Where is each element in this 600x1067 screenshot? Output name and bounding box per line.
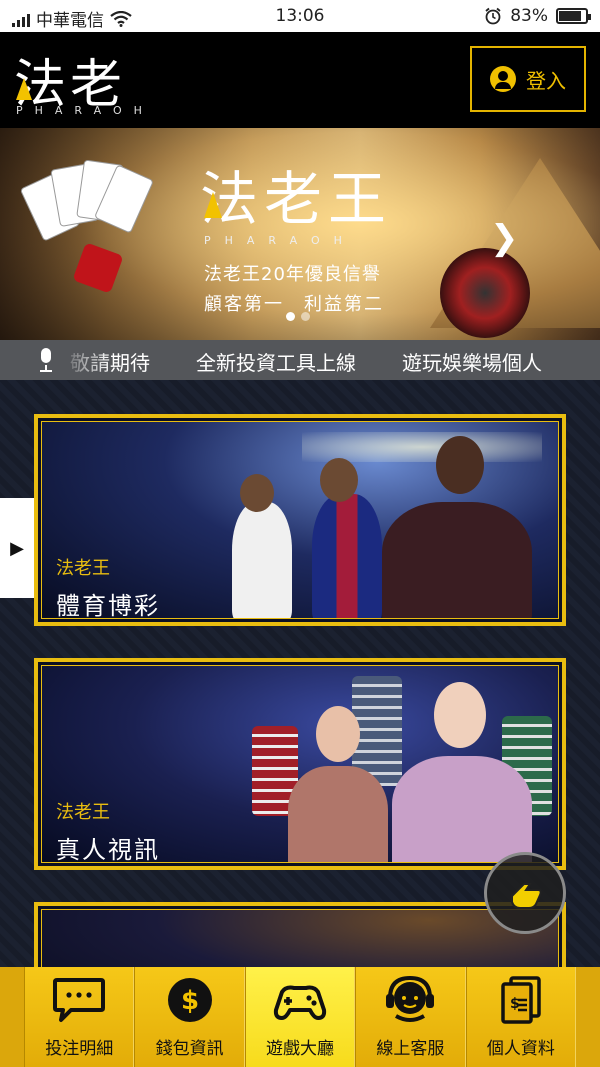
nav-label: 遊戲大廳 bbox=[266, 1039, 335, 1059]
nav-wallet[interactable]: $ 錢包資訊 bbox=[134, 967, 245, 1067]
microphone-icon bbox=[34, 348, 58, 374]
player-graphic bbox=[382, 502, 532, 618]
user-icon bbox=[490, 66, 516, 92]
player-graphic bbox=[312, 494, 382, 618]
bottom-navigation: 投注明細 $ 錢包資訊 遊戲大廳 線上客服 $ 個人資料 bbox=[0, 967, 600, 1067]
nav-label: 個人資料 bbox=[486, 1039, 555, 1059]
gamepad-icon bbox=[273, 985, 327, 1020]
status-bar: 中華電信 13:06 83% bbox=[0, 0, 600, 32]
carousel-dot[interactable] bbox=[301, 312, 310, 321]
pointing-hand-icon bbox=[511, 883, 542, 909]
banner-logo-subtext: PHARAOH bbox=[204, 234, 356, 247]
banner-tagline-1: 法老王20年優良信譽 bbox=[204, 264, 381, 285]
logo-subtext: PHARAOH bbox=[16, 104, 154, 117]
ticker-item: 遊玩娛樂場個人 bbox=[402, 351, 542, 375]
dealer-graphic bbox=[288, 766, 388, 862]
nav-profile[interactable]: $ 個人資料 bbox=[465, 967, 577, 1067]
document-icon: $ bbox=[501, 976, 541, 1024]
roulette-graphic bbox=[440, 248, 530, 338]
login-label: 登入 bbox=[526, 68, 566, 93]
banner-logo-text: 法老王 bbox=[200, 165, 393, 233]
dealer-graphic bbox=[392, 756, 532, 862]
chat-bubble-icon bbox=[53, 978, 106, 1022]
floating-pointer-button[interactable] bbox=[484, 852, 566, 934]
announcement-ticker[interactable]: 敬請期待 全新投資工具上線 遊玩娛樂場個人 bbox=[0, 340, 600, 380]
nav-bet-history[interactable]: 投注明細 bbox=[24, 967, 135, 1067]
banner-triangle-icon bbox=[204, 192, 222, 218]
player-graphic bbox=[232, 502, 292, 618]
nav-label: 投注明細 bbox=[45, 1039, 114, 1059]
svg-text:$: $ bbox=[181, 986, 199, 1016]
app-header: 法老王 PHARAOH 登入 bbox=[0, 32, 600, 190]
game-title: 真人視訊 bbox=[56, 836, 160, 863]
play-arrow-icon: ▶ bbox=[10, 537, 24, 559]
carousel-dot[interactable] bbox=[286, 312, 295, 321]
dollar-coin-icon: $ bbox=[167, 978, 212, 1022]
game-card-sports[interactable]: 法老王 體育博彩 bbox=[34, 414, 566, 626]
battery-percent: 83% bbox=[510, 6, 548, 26]
battery-icon bbox=[556, 8, 591, 24]
nav-label: 錢包資訊 bbox=[155, 1039, 224, 1059]
ticker-item: 全新投資工具上線 bbox=[196, 351, 356, 375]
game-card-live-casino[interactable]: 法老王 真人視訊 bbox=[34, 658, 566, 870]
pharaoh-logo[interactable]: 法老王 PHARAOH bbox=[14, 42, 174, 190]
game-title: 體育博彩 bbox=[56, 592, 160, 619]
headset-agent-icon bbox=[386, 975, 435, 1022]
game-brand: 法老王 bbox=[56, 558, 110, 579]
side-drawer-toggle[interactable]: ▶ bbox=[0, 498, 34, 598]
nav-label: 線上客服 bbox=[376, 1039, 445, 1059]
login-button[interactable]: 登入 bbox=[470, 46, 586, 112]
alarm-icon bbox=[485, 7, 501, 25]
logo-triangle-icon bbox=[16, 78, 32, 100]
nav-customer-service[interactable]: 線上客服 bbox=[355, 967, 466, 1067]
carousel-dots bbox=[286, 312, 310, 321]
nav-game-lobby[interactable]: 遊戲大廳 bbox=[244, 967, 356, 1067]
ticker-track: 敬請期待 全新投資工具上線 遊玩娛樂場個人 bbox=[70, 347, 542, 376]
next-slide-chevron-icon[interactable]: ❯ bbox=[490, 218, 519, 258]
promo-banner[interactable]: 法老王 PHARAOH 法老王20年優良信譽 顧客第一 利益第二 ❯ bbox=[0, 128, 600, 340]
game-brand: 法老王 bbox=[56, 802, 110, 823]
